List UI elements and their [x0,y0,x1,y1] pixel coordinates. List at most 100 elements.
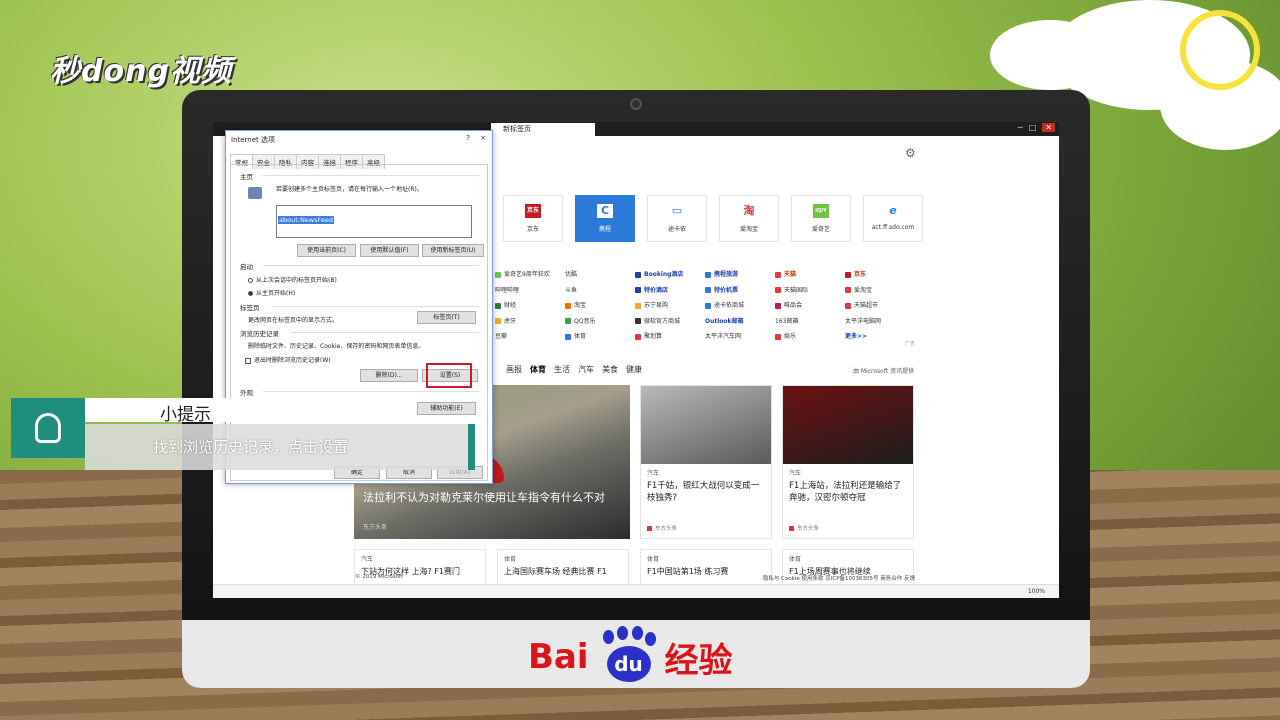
site-tile[interactable]: C 携程 [575,195,635,242]
site-tile[interactable]: 京东 京东 [503,195,563,242]
link[interactable]: 哔哩哔哩 [495,285,565,301]
page-footer: © 2019 Microsoft 隐私与 Cookie 使用条款 京ICP备10… [355,574,915,582]
top-sites: 京东 京东 C 携程 ▭ 途卡依 淘爱淘宝 iQIY 爱奇艺 e act.ff.sdo.c… [503,195,923,242]
mini-news[interactable]: 体育 F1上场周赛事也将继续 [782,549,914,589]
site-tile[interactable]: e act.ff.sdo.com [863,195,923,242]
zoom-level[interactable]: 100% [1028,588,1045,595]
startup-section-title: 启动 [240,263,253,271]
news-card[interactable]: 汽车 F1千姑，银红大战何以变成一枝独秀? 东方头条 [640,385,772,539]
footer-links[interactable]: 隐私与 Cookie 使用条款 京ICP备10036305号 商务合作 反馈 [763,574,915,582]
dialog-titlebar: Internet 选项 ? × [226,131,492,147]
link[interactable]: 天猫 [775,269,845,285]
use-new-tab-button[interactable]: 使用新标签页(U) [422,244,484,257]
site-tile[interactable]: 淘爱淘宝 [719,195,779,242]
link[interactable]: 携程旅游 [705,269,775,285]
link[interactable]: 太平洋电脑网 [845,316,915,332]
link[interactable]: 途卡依商城 [705,300,775,316]
radio-icon [248,278,253,283]
link[interactable]: 豆瓣 [495,331,565,347]
link[interactable]: 163邮箱 [775,316,845,332]
link[interactable]: 淘宝 [565,300,635,316]
mini-category: 汽车 [361,556,374,563]
link[interactable]: 聚划算 [635,331,705,347]
tuniu-icon: ▭ [671,204,683,217]
maximize-button[interactable]: □ [1029,123,1037,132]
gear-icon[interactable]: ⚙ [905,146,916,160]
link[interactable]: 体育 [565,331,635,347]
card-category: 汽车 [789,470,802,477]
home-desc: 若要创建多个主页标签页，请在每行输入一个地址(R)。 [276,186,423,193]
news-image [783,386,913,464]
tip-heading-bar: 小提示 [85,398,414,425]
ie-icon: e [889,204,897,217]
nav-item[interactable]: 画报 [506,364,522,375]
site-tile[interactable]: ▭ 途卡依 [647,195,707,242]
lightbulb-icon [35,413,61,443]
nav-item[interactable]: 健康 [626,364,642,375]
link[interactable]: 微软官方商城 [635,316,705,332]
delete-button[interactable]: 删除(D)... [360,369,418,382]
link[interactable]: 京东 [845,269,915,285]
home-url-input[interactable]: about:NewsFeed [276,205,472,238]
home-section-title: 主页 [240,173,253,181]
radio-checked-icon [248,291,253,296]
tile-label: 爱奇艺 [811,226,830,233]
use-current-button[interactable]: 使用当前页(C) [297,244,356,257]
home-url-value: about:NewsFeed [278,216,335,224]
nav-item-active[interactable]: 体育 [530,364,546,375]
link[interactable]: 虎牙 [495,316,565,332]
browser-screen: 新标签页 ─ □ ✕ ⚙ 京东 京东 C 携程 ▭ 途卡依 淘爱淘宝 iQIY 爱奇艺 … [213,122,1059,598]
dialog-close-button[interactable]: × [480,134,486,142]
link[interactable]: Booking酒店 [635,269,705,285]
use-default-button[interactable]: 使用默认值(F) [360,244,419,257]
help-button[interactable]: ? [466,134,470,142]
baidu-text: Bai [528,637,589,677]
news-image [641,386,771,464]
mini-news[interactable]: 汽车 下站为何这样 上海? F1赛门 [354,549,486,589]
link[interactable]: 财经 [495,300,565,316]
nav-item[interactable]: 汽车 [578,364,594,375]
ctrip-icon: C [597,204,613,218]
startup-option-last-session[interactable]: 从上次会话中的标签页开始(B) [248,275,337,284]
paw-icon: du [595,626,659,684]
site-tile[interactable]: iQIY 爱奇艺 [791,195,851,242]
baidu-logo: Bai du 经验 [528,626,733,684]
link[interactable]: 天猫国际 [775,285,845,301]
card-title[interactable]: F1千姑，银红大战何以变成一枝独秀? [641,477,771,504]
link[interactable]: 爱奇艺9周年狂欢 [495,269,565,285]
tab-new[interactable]: 新标签页 [491,123,595,136]
mini-news[interactable]: 体育 上海国际赛车场 经典比赛 F1 [497,549,629,589]
close-button[interactable]: ✕ [1042,123,1055,132]
hero-title[interactable]: 法拉利不认为对勒克莱尔使用让车指令有什么不对 [363,490,615,505]
tabs-settings-button[interactable]: 标签页(T) [417,311,476,324]
option-label: 从主页开始(H) [256,290,296,297]
hero-source: 东方头条 [363,524,388,531]
link[interactable]: QQ音乐 [565,316,635,332]
link[interactable]: 娱乐 [775,331,845,347]
home-page-icon [248,187,262,199]
startup-option-home[interactable]: 从主页开始(H) [248,288,295,297]
link[interactable]: 斗鱼 [565,285,635,301]
nav-item[interactable]: 美食 [602,364,618,375]
nav-item[interactable]: 生活 [554,364,570,375]
link[interactable]: 特价机票 [705,285,775,301]
delete-on-exit-checkbox[interactable]: 退出时删除浏览历史记录(W) [245,355,331,364]
link[interactable]: 天猫超市 [845,300,915,316]
card-title[interactable]: F1上海站，法拉利还是输给了奔驰，汉密尔顿夺冠 [783,477,913,504]
link[interactable]: 唯品会 [775,300,845,316]
link[interactable]: 特价酒店 [635,285,705,301]
mini-news[interactable]: 体育 F1中国站第1场 练习赛 [640,549,772,589]
link[interactable]: 爱淘宝 [845,285,915,301]
link[interactable]: Outlook邮箱 [705,316,775,332]
link[interactable]: 优酷 [565,269,635,285]
minimize-button[interactable]: ─ [1018,123,1023,132]
card-category: 汽车 [647,470,660,477]
accessibility-button[interactable]: 辅助功能(E) [417,402,476,415]
link[interactable]: 苏宁易购 [635,300,705,316]
highlight-box [426,363,472,388]
tip-text: 找到浏览历史记录，点击设置 [153,438,349,456]
tip-text-bar: 找到浏览历史记录，点击设置 [85,424,475,470]
news-card[interactable]: 汽车 F1上海站，法拉利还是输给了奔驰，汉密尔顿夺冠 东方头条 [782,385,914,539]
link[interactable]: 太平洋汽车网 [705,331,775,347]
tip-accent [468,424,475,470]
